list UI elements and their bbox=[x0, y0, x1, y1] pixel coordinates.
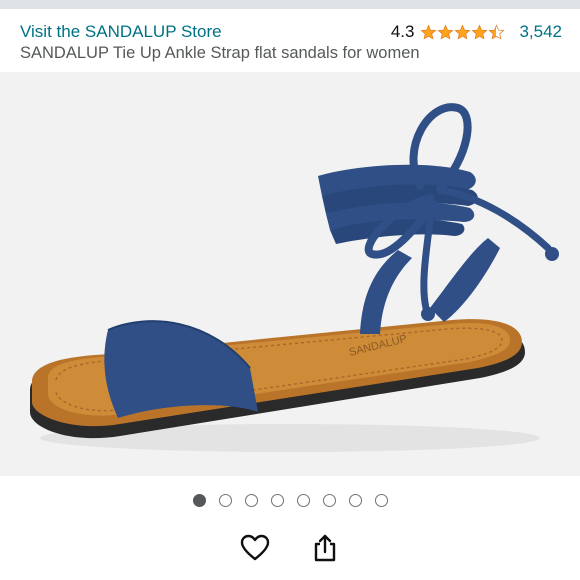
carousel-dot[interactable] bbox=[296, 494, 310, 507]
star-icon bbox=[472, 24, 488, 40]
carousel-indicator bbox=[0, 494, 580, 507]
product-image[interactable]: SANDALUP bbox=[0, 72, 580, 476]
star-icon bbox=[438, 24, 454, 40]
rating-stars[interactable] bbox=[420, 24, 505, 41]
carousel-dot[interactable] bbox=[374, 494, 388, 507]
product-title: SANDALUP Tie Up Ankle Strap flat sandals… bbox=[20, 44, 420, 62]
heart-icon bbox=[240, 534, 270, 561]
carousel-dot-active[interactable] bbox=[192, 494, 206, 507]
carousel-dot[interactable] bbox=[322, 494, 336, 507]
star-icon bbox=[455, 24, 471, 40]
carousel-dot[interactable] bbox=[218, 494, 232, 507]
share-button[interactable] bbox=[309, 532, 341, 564]
carousel-dot[interactable] bbox=[244, 494, 258, 507]
carousel-dot[interactable] bbox=[270, 494, 284, 507]
star-icon bbox=[421, 24, 437, 40]
share-icon bbox=[314, 534, 336, 562]
top-divider-strip bbox=[0, 0, 580, 9]
product-actions bbox=[0, 532, 580, 564]
rating-summary[interactable]: 4.3 3,542 bbox=[391, 22, 562, 42]
half-star-icon bbox=[489, 24, 505, 40]
favorite-button[interactable] bbox=[239, 532, 271, 564]
sandal-illustration: SANDALUP bbox=[0, 72, 580, 476]
store-link[interactable]: Visit the SANDALUP Store bbox=[20, 22, 222, 42]
carousel-dot[interactable] bbox=[348, 494, 362, 507]
rating-value: 4.3 bbox=[390, 22, 415, 41]
product-header: Visit the SANDALUP Store 4.3 3,542 bbox=[20, 19, 562, 45]
rating-count-link[interactable]: 3,542 bbox=[519, 22, 562, 42]
